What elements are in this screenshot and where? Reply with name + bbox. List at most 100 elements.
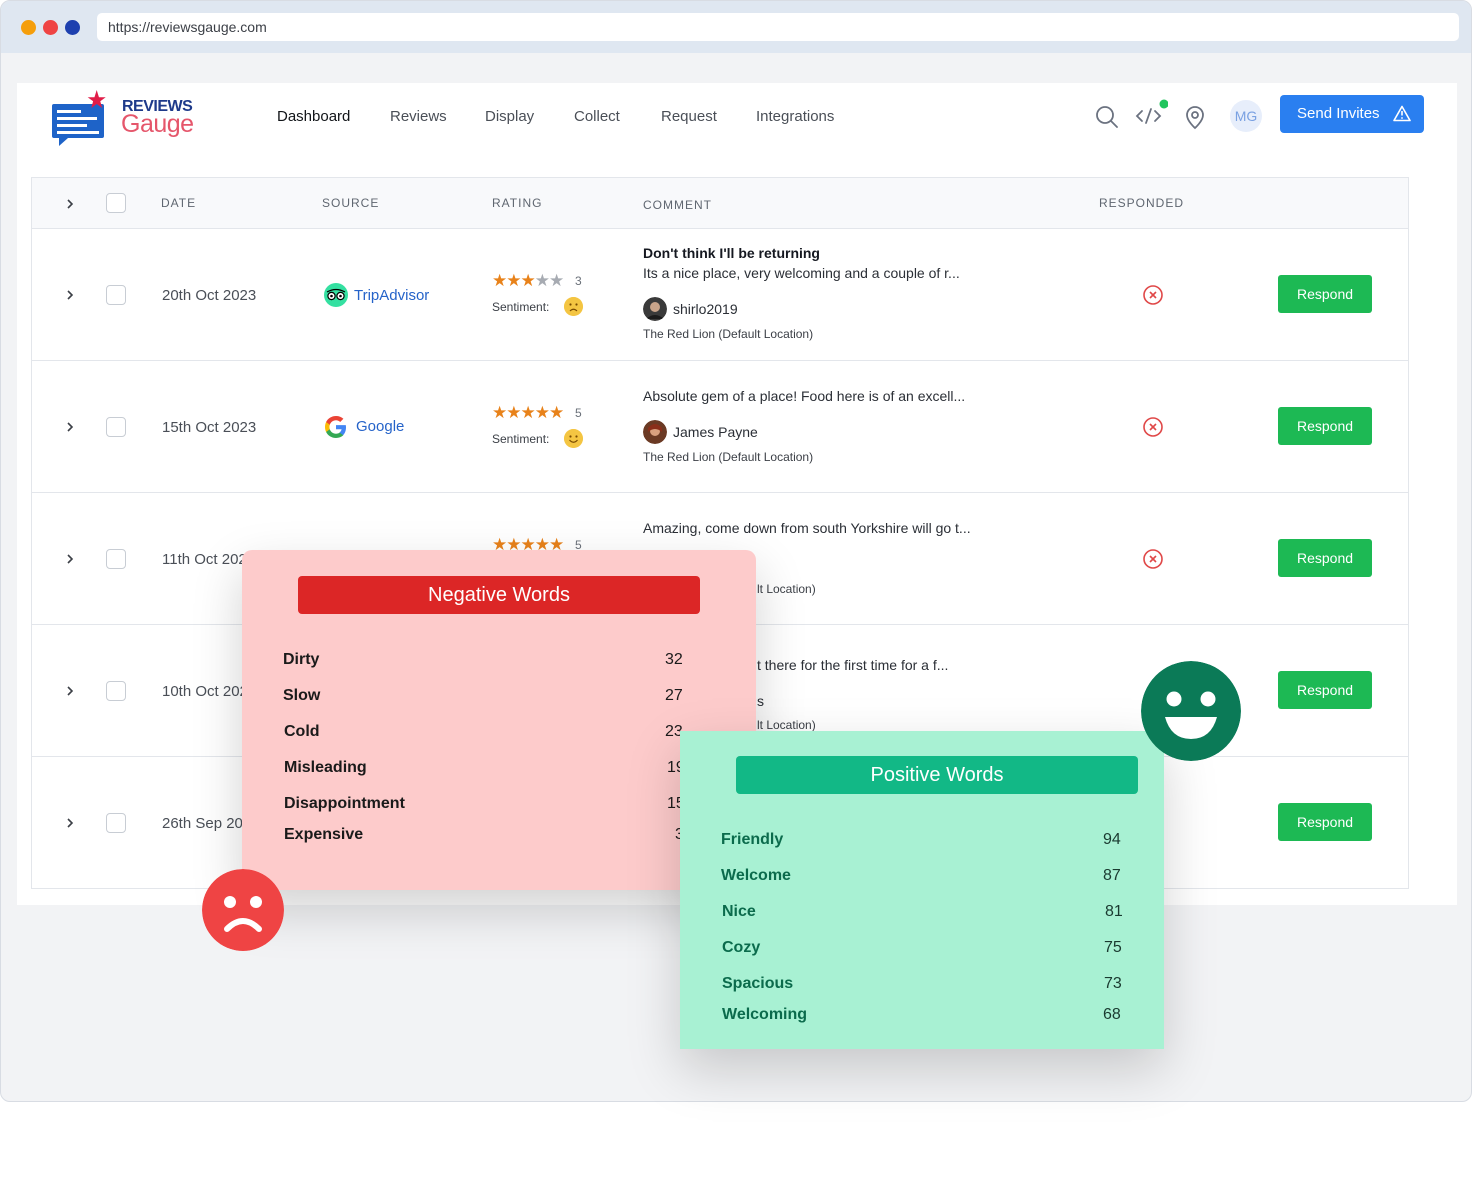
review-location: The Red Lion (Default Location) bbox=[643, 450, 814, 464]
expand-all-chevron-icon[interactable] bbox=[65, 199, 75, 209]
row-checkbox[interactable] bbox=[106, 549, 126, 569]
review-location: lt Location) bbox=[757, 718, 816, 732]
search-icon[interactable] bbox=[1094, 104, 1120, 130]
expand-row-chevron-icon[interactable] bbox=[65, 686, 75, 696]
respond-button[interactable]: Respond bbox=[1278, 671, 1372, 709]
column-source[interactable]: SOURCE bbox=[322, 196, 379, 210]
send-invites-button[interactable]: Send Invites bbox=[1280, 95, 1424, 133]
table-row[interactable]: 20th Oct 2023 TripAdvisor ★★★★★ 3 Sentim… bbox=[32, 229, 1408, 361]
positive-word-count: 75 bbox=[1104, 939, 1122, 956]
positive-word-count: 87 bbox=[1103, 867, 1121, 884]
negative-word: Expensive bbox=[284, 826, 364, 843]
location-pin-icon[interactable] bbox=[1182, 104, 1208, 130]
negative-word: Disappointment bbox=[284, 795, 405, 812]
user-avatar[interactable]: MG bbox=[1230, 100, 1262, 132]
window-minimize-dot[interactable] bbox=[21, 20, 36, 35]
expand-row-chevron-icon[interactable] bbox=[65, 422, 75, 432]
star-rating: ★★★★★ bbox=[492, 271, 564, 290]
review-location: lt Location) bbox=[757, 582, 816, 596]
positive-words-title: Positive Words bbox=[736, 756, 1138, 794]
window-maximize-dot[interactable] bbox=[65, 20, 80, 35]
positive-word: Welcoming bbox=[722, 1006, 808, 1023]
sentiment-label: Sentiment: bbox=[492, 432, 550, 446]
table-header: DATE SOURCE RATING COMMENT RESPONDED bbox=[32, 178, 1408, 229]
google-icon bbox=[325, 416, 346, 438]
review-date: 15th Oct 2023 bbox=[162, 419, 257, 436]
top-header: REVIEWS Gauge Dashboard Reviews Display … bbox=[17, 83, 1457, 149]
not-responded-x-icon bbox=[1143, 549, 1163, 569]
reviewer-name: shirlo2019 bbox=[673, 301, 738, 317]
sentiment-label: Sentiment: bbox=[492, 300, 550, 314]
review-source-link[interactable]: TripAdvisor bbox=[354, 287, 429, 304]
negative-word: Misleading bbox=[284, 759, 367, 776]
nav-reviews[interactable]: Reviews bbox=[390, 108, 447, 125]
reviewer-name: s bbox=[757, 693, 764, 709]
logo-gauge-text: Gauge bbox=[121, 110, 194, 138]
negative-word: Slow bbox=[283, 687, 321, 704]
positive-word: Cozy bbox=[722, 939, 761, 956]
sad-face-badge-icon bbox=[202, 869, 284, 951]
reviewer-avatar bbox=[643, 420, 667, 444]
comment-title: Don't think I'll be returning bbox=[643, 245, 820, 261]
logo[interactable]: REVIEWS Gauge bbox=[51, 90, 201, 146]
review-source-link[interactable]: Google bbox=[356, 418, 404, 435]
positive-words-card: Positive Words Friendly 94 Welcome 87 Ni… bbox=[680, 731, 1164, 1049]
negative-words-title: Negative Words bbox=[298, 576, 700, 614]
browser-toolbar: https://reviewsgauge.com bbox=[1, 1, 1471, 53]
negative-word: Cold bbox=[284, 723, 320, 740]
negative-word-count: 32 bbox=[665, 651, 683, 668]
warning-triangle-icon bbox=[1393, 105, 1411, 122]
respond-button[interactable]: Respond bbox=[1278, 275, 1372, 313]
positive-word: Friendly bbox=[721, 831, 784, 848]
expand-row-chevron-icon[interactable] bbox=[65, 818, 75, 828]
select-all-checkbox[interactable] bbox=[106, 193, 126, 213]
positive-word: Nice bbox=[722, 903, 756, 920]
respond-button[interactable]: Respond bbox=[1278, 803, 1372, 841]
nav-integrations[interactable]: Integrations bbox=[756, 108, 834, 125]
positive-word-count: 81 bbox=[1105, 903, 1123, 920]
column-responded[interactable]: RESPONDED bbox=[1099, 196, 1184, 210]
negative-word-count: 27 bbox=[665, 687, 683, 704]
window-close-dot[interactable] bbox=[43, 20, 58, 35]
negative-word: Dirty bbox=[283, 651, 320, 668]
row-checkbox[interactable] bbox=[106, 417, 126, 437]
respond-button[interactable]: Respond bbox=[1278, 407, 1372, 445]
comment-text[interactable]: t there for the first time for a f... bbox=[757, 657, 948, 673]
code-embed-icon[interactable] bbox=[1134, 99, 1168, 129]
positive-word: Spacious bbox=[722, 975, 794, 992]
row-checkbox[interactable] bbox=[106, 813, 126, 833]
review-location: The Red Lion (Default Location) bbox=[643, 327, 814, 341]
sad-face-icon bbox=[564, 297, 583, 316]
row-checkbox[interactable] bbox=[106, 681, 126, 701]
nav-display[interactable]: Display bbox=[485, 108, 534, 125]
row-checkbox[interactable] bbox=[106, 285, 126, 305]
positive-word-count: 94 bbox=[1103, 831, 1121, 848]
send-invites-label: Send Invites bbox=[1297, 105, 1380, 122]
nav-dashboard[interactable]: Dashboard bbox=[277, 108, 350, 125]
positive-word-count: 73 bbox=[1104, 975, 1122, 992]
negative-words-card: Negative Words Dirty 32 Slow 27 Cold 23 … bbox=[242, 550, 756, 890]
respond-button[interactable]: Respond bbox=[1278, 539, 1372, 577]
column-date[interactable]: DATE bbox=[161, 196, 196, 210]
comment-text[interactable]: Amazing, come down from south Yorkshire … bbox=[643, 520, 971, 536]
nav-request[interactable]: Request bbox=[661, 108, 717, 125]
happy-face-icon bbox=[564, 429, 583, 448]
happy-face-badge-icon bbox=[1141, 661, 1241, 761]
tripadvisor-icon bbox=[324, 283, 348, 307]
review-date: 20th Oct 2023 bbox=[162, 287, 257, 304]
expand-row-chevron-icon[interactable] bbox=[65, 554, 75, 564]
reviewer-avatar bbox=[643, 297, 667, 321]
comment-text[interactable]: Its a nice place, very welcoming and a c… bbox=[643, 265, 960, 281]
table-row[interactable]: 15th Oct 2023 Google ★★★★★ 5 Sentiment: … bbox=[32, 361, 1408, 493]
not-responded-x-icon bbox=[1143, 417, 1163, 437]
column-rating[interactable]: RATING bbox=[492, 196, 542, 210]
column-comment[interactable]: COMMENT bbox=[643, 198, 712, 212]
comment-text[interactable]: Absolute gem of a place! Food here is of… bbox=[643, 388, 965, 404]
reviewer-name: James Payne bbox=[673, 424, 758, 440]
address-bar[interactable]: https://reviewsgauge.com bbox=[97, 13, 1459, 41]
positive-word-count: 68 bbox=[1103, 1006, 1121, 1023]
expand-row-chevron-icon[interactable] bbox=[65, 290, 75, 300]
nav-collect[interactable]: Collect bbox=[574, 108, 620, 125]
rating-number: 5 bbox=[575, 406, 582, 420]
chat-bubble-logo-icon bbox=[52, 90, 106, 146]
